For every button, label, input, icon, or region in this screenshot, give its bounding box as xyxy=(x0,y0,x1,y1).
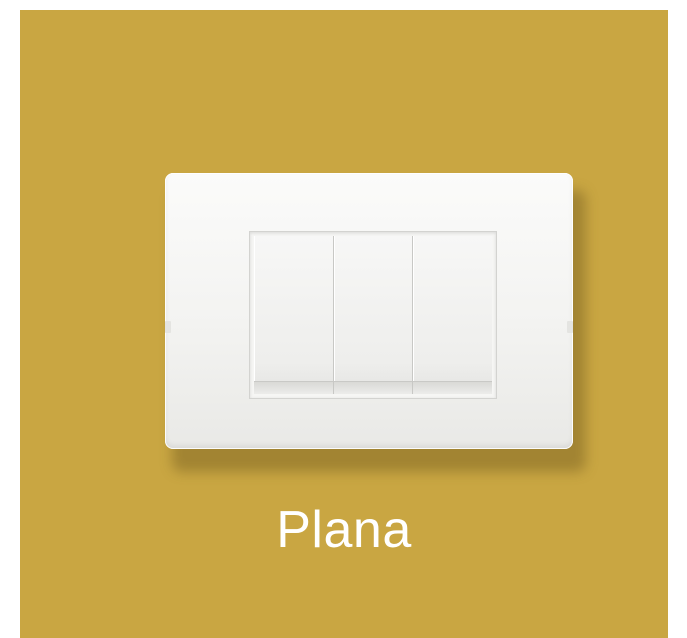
plate-notch-right xyxy=(567,321,573,333)
rocker-group xyxy=(254,236,493,394)
rocker-switch-right xyxy=(413,236,493,394)
rocker-lip xyxy=(333,381,413,394)
product-name: Plana xyxy=(276,501,412,559)
product-tile[interactable]: Plana xyxy=(20,10,668,638)
switch-frame xyxy=(249,231,497,399)
plate-notch-left xyxy=(165,321,171,333)
rocker-switch-left xyxy=(254,236,334,394)
switch-plate-image xyxy=(165,173,573,449)
rocker-lip xyxy=(413,381,493,394)
rocker-switch-middle xyxy=(333,236,414,394)
rocker-lip xyxy=(254,381,333,394)
